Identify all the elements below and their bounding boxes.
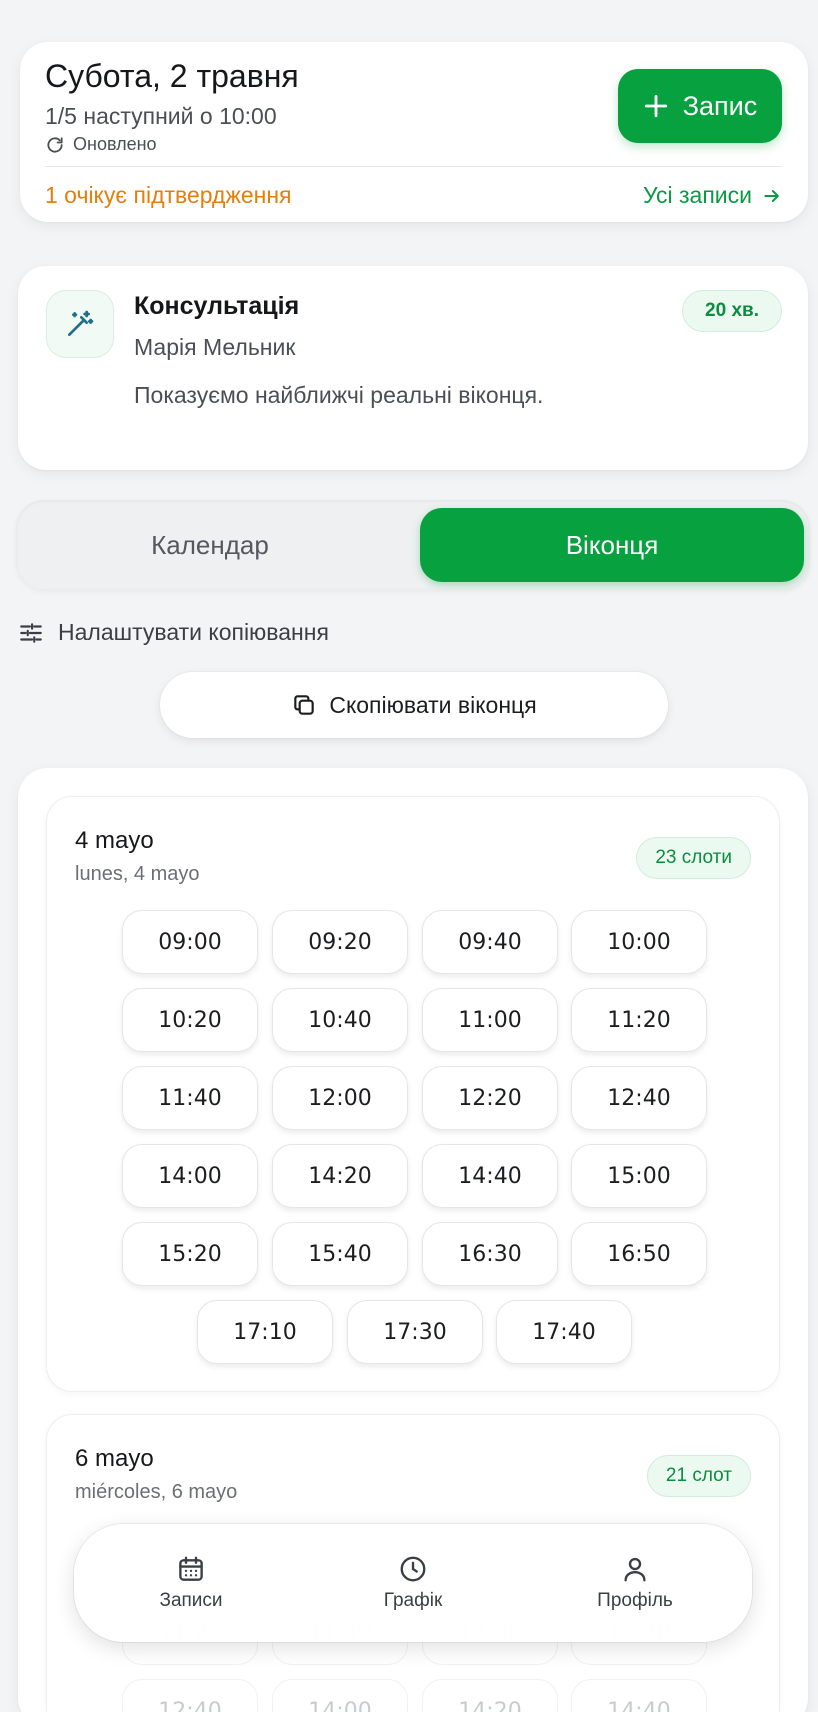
time-slot[interactable]: 14:20 xyxy=(422,1679,558,1712)
time-slot[interactable]: 15:40 xyxy=(272,1222,408,1286)
service-person: Марія Мельник xyxy=(134,334,296,360)
tab-calendar[interactable]: Календар xyxy=(24,508,396,582)
nav-label: Графік xyxy=(383,1590,443,1611)
time-slot[interactable]: 09:00 xyxy=(122,910,258,974)
plus-icon xyxy=(644,94,667,118)
time-slot[interactable]: 17:30 xyxy=(347,1300,483,1364)
next-appointment-info: 1/5 наступний о 10:00 xyxy=(45,103,277,129)
time-slot[interactable]: 15:20 xyxy=(122,1222,258,1286)
magic-wand-icon xyxy=(68,310,94,336)
copy-slots-label: Скопіювати віконця xyxy=(329,691,537,718)
time-slot[interactable]: 10:00 xyxy=(571,910,707,974)
add-record-label: Запис xyxy=(682,90,758,121)
slot-count-badge: 21 слот xyxy=(646,1455,751,1497)
updated-status[interactable]: Оновлено xyxy=(45,134,157,155)
view-toggle: Календар Віконця xyxy=(16,500,810,590)
copy-icon xyxy=(294,695,315,715)
nav-item-profile[interactable]: Профіль xyxy=(555,1554,715,1612)
nav-item-records[interactable]: Записи xyxy=(111,1554,271,1612)
time-slot[interactable]: 14:40 xyxy=(422,1144,558,1208)
sliders-icon xyxy=(20,622,42,643)
time-slot[interactable]: 17:10 xyxy=(197,1300,333,1364)
nav-label: Записи xyxy=(159,1590,223,1611)
day-title: 4 mayo xyxy=(75,827,154,854)
copy-settings-label: Налаштувати копіювання xyxy=(58,619,329,645)
time-slot[interactable]: 11:40 xyxy=(122,1066,258,1130)
time-slot[interactable]: 12:20 xyxy=(422,1066,558,1130)
time-slot[interactable]: 11:00 xyxy=(422,988,558,1052)
copy-slots-button[interactable]: Скопіювати віконця xyxy=(160,672,668,738)
all-records-link[interactable]: Усі записи xyxy=(643,182,782,209)
time-slot[interactable]: 10:40 xyxy=(272,988,408,1052)
user-icon xyxy=(624,1557,646,1582)
service-name: Консультація xyxy=(134,292,300,320)
time-slot[interactable]: 12:40 xyxy=(122,1679,258,1712)
pending-confirmation-link[interactable]: 1 очікує підтвердження xyxy=(45,182,292,209)
time-slot[interactable]: 10:20 xyxy=(122,988,258,1052)
service-icon-tile xyxy=(46,290,114,358)
time-slot[interactable]: 14:00 xyxy=(122,1144,258,1208)
clock-icon xyxy=(400,1556,426,1582)
service-card[interactable]: Консультація Марія Мельник Показуємо най… xyxy=(18,266,808,470)
day-subtitle: miércoles, 6 mayo xyxy=(75,1481,238,1503)
updated-label: Оновлено xyxy=(73,134,157,154)
time-slot[interactable]: 14:20 xyxy=(272,1144,408,1208)
time-slot[interactable]: 16:50 xyxy=(571,1222,707,1286)
all-records-label: Усі записи xyxy=(642,182,752,208)
time-slot[interactable]: 09:20 xyxy=(272,910,408,974)
day-title: 6 mayo xyxy=(75,1445,154,1472)
time-slot[interactable]: 16:30 xyxy=(422,1222,558,1286)
tab-slots[interactable]: Віконця xyxy=(420,508,804,582)
refresh-icon xyxy=(47,136,63,153)
time-slot[interactable]: 15:00 xyxy=(571,1144,707,1208)
time-slot[interactable]: 11:20 xyxy=(571,988,707,1052)
add-record-button[interactable]: Запис xyxy=(618,69,782,143)
header-divider xyxy=(45,166,782,167)
time-slot[interactable]: 14:00 xyxy=(272,1679,408,1712)
time-slot[interactable]: 17:40 xyxy=(496,1300,632,1364)
copy-settings-link[interactable]: Налаштувати копіювання xyxy=(18,619,329,646)
page-title: Субота, 2 травня xyxy=(45,58,299,94)
day-subtitle: lunes, 4 mayo xyxy=(75,863,200,885)
time-slot[interactable]: 09:40 xyxy=(422,910,558,974)
header-card: Субота, 2 травня 1/5 наступний о 10:00 О… xyxy=(20,42,808,222)
time-slot[interactable]: 12:40 xyxy=(571,1066,707,1130)
arrow-right-icon xyxy=(764,189,779,202)
calendar-icon xyxy=(179,1556,203,1581)
bottom-nav: Записи Графік Профіль xyxy=(74,1524,752,1642)
nav-label: Профіль xyxy=(597,1590,673,1611)
duration-badge: 20 хв. xyxy=(682,290,782,332)
day-card: 4 mayo lunes, 4 mayo 23 слоти 09:00 09:2… xyxy=(46,796,780,1392)
service-note: Показуємо найближчі реальні віконця. xyxy=(134,382,544,408)
time-slot[interactable]: 14:40 xyxy=(571,1679,707,1712)
nav-item-schedule[interactable]: Графік xyxy=(333,1554,493,1612)
slot-count-badge: 23 слоти xyxy=(636,837,751,879)
time-slot[interactable]: 12:00 xyxy=(272,1066,408,1130)
